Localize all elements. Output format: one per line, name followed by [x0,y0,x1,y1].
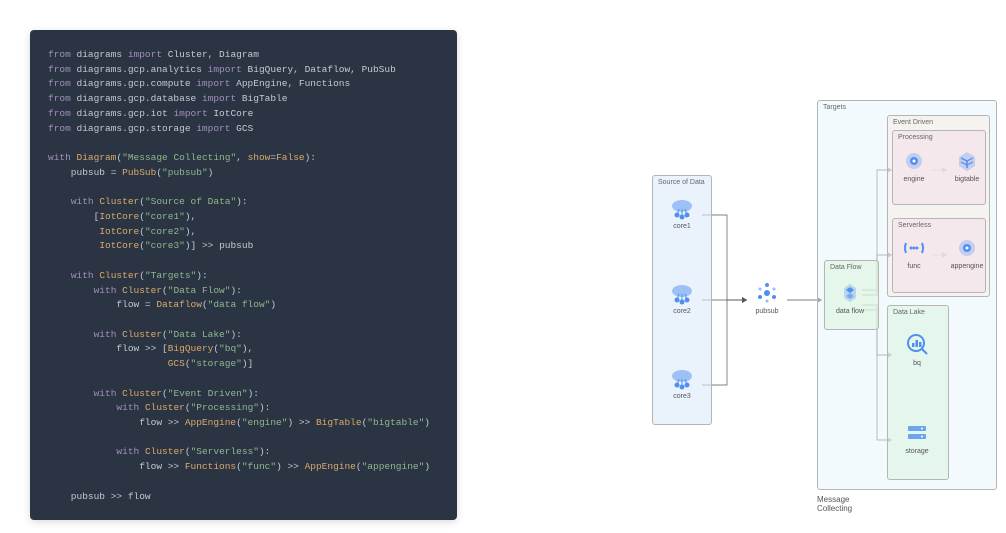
cluster-label: Source of Data [658,179,705,186]
node-core3: core3 [662,365,702,400]
node-label: pubsub [756,308,779,315]
cluster-label: Event Driven [893,119,933,126]
node-engine: engine [894,148,934,183]
node-bigtable: bigtable [947,148,987,183]
node-label: engine [903,176,924,183]
node-label: bigtable [955,176,980,183]
node-label: bq [913,360,921,367]
node-appengine: appengine [947,235,987,270]
node-bq: bq [897,330,937,367]
cluster-label: Serverless [898,222,931,229]
cluster-label: Data Lake [893,309,925,316]
node-label: func [907,263,920,270]
node-label: data flow [836,308,864,315]
code-panel: from diagrams import Cluster, Diagram fr… [0,0,457,533]
diagram-title: Message Collecting [817,495,852,513]
node-func: func [894,235,934,270]
code-block: from diagrams import Cluster, Diagram fr… [30,30,457,520]
cluster-label: Targets [823,104,846,111]
node-core1: core1 [662,195,702,230]
node-label: storage [905,448,928,455]
cluster-label: Processing [898,134,933,141]
node-label: core1 [673,223,691,230]
node-core2: core2 [662,280,702,315]
node-label: appengine [951,263,984,270]
node-pubsub: pubsub [747,280,787,315]
node-storage: storage [897,420,937,455]
node-label: core3 [673,393,691,400]
node-label: core2 [673,308,691,315]
cluster-label: Data Flow [830,264,862,271]
node-dataflow: data flow [830,280,870,315]
diagram-panel: Source of Data Targets Data Flow Event D… [457,0,1006,533]
